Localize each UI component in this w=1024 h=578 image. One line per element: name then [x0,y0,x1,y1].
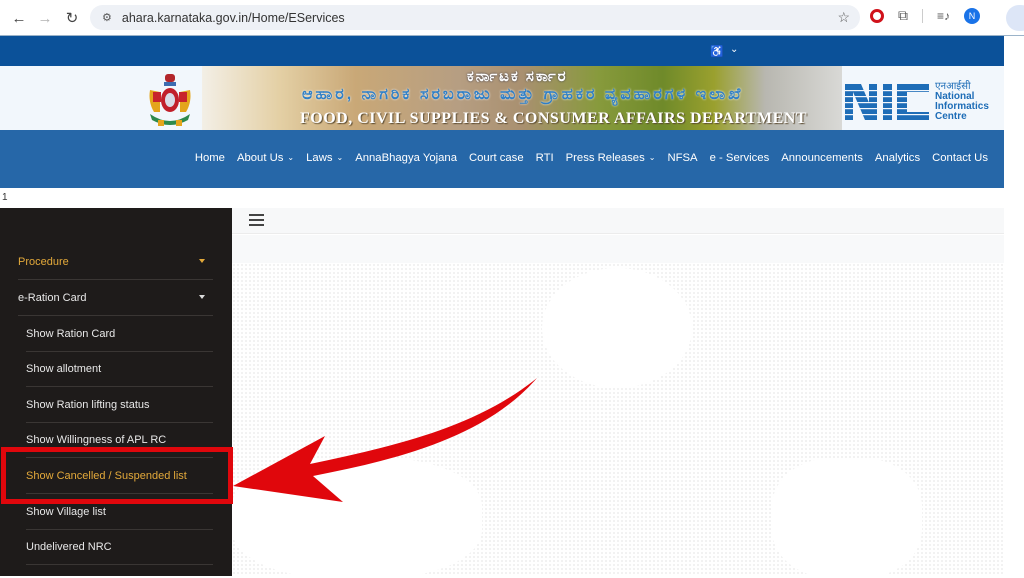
nav-item-label: About Us [236,152,284,164]
sidebar-item-label: Procedure [18,255,69,268]
reload-icon: ↻ [65,10,79,27]
opera-adblock-icon[interactable] [870,8,884,23]
arrow-left-icon: ← [11,9,27,27]
highlight-annotation-box [1,447,233,504]
nav-item-label: Press Releases [565,152,645,164]
sidebar-item-label: Show Willingness of APL RC [26,433,167,446]
sidebar-item-label: e-Ration Card [18,291,87,304]
sidebar-item-show-ration-card[interactable]: Show Ration Card [26,316,213,352]
forward-button[interactable]: → [31,4,59,32]
chevron-down-icon[interactable]: ⌄ [730,44,738,55]
sidebar-item-label: Show Village list [26,505,106,518]
chevron-down-icon: ⌄ [648,153,656,162]
annotation-arrow-icon [233,378,537,502]
sidebar-item-show-allotment[interactable]: Show allotment [26,351,213,387]
top-strip: ♿ ⌄ [0,36,1004,66]
nav-item-court-case[interactable]: Court case [463,152,530,164]
star-icon[interactable]: ☆ [837,9,850,26]
banner-kannada-title: ಕರ್ನಾಟಕ ಸರ್ಕಾರ [467,68,568,85]
nav-item-annabhagya-yojana[interactable]: AnnaBhagya Yojana [349,152,463,164]
nav-item-analytics[interactable]: Analytics [869,152,926,164]
nav-item-label: Announcements [781,152,863,164]
nav-item-label: AnnaBhagya Yojana [355,152,457,164]
content-subbar [232,235,1004,263]
browser-toolbar: ← → ↻ ⚙ ahara.karnataka.gov.in/Home/ESer… [0,0,1024,36]
side-panel-button[interactable] [1006,5,1024,31]
nav-item-about-us[interactable]: About Us ⌄ [231,152,300,164]
caret-down-icon [199,295,205,299]
arrow-right-icon: → [37,9,53,27]
content-toolbar [232,208,1004,234]
nav-item-label: NFSA [667,152,698,164]
nav-item-home[interactable]: Home [189,152,231,164]
tune-icon[interactable]: ⚙ [102,11,112,24]
nav-item-label: Contact Us [932,152,988,164]
karnataka-emblem-logo[interactable] [144,72,196,128]
nic-logo[interactable] [845,82,931,122]
profile-avatar[interactable]: N [964,7,981,24]
main-navigation: Home About Us ⌄ Laws ⌄ AnnaBhagya Yojana Court… [0,130,1004,188]
nav-item-label: Laws [306,152,333,164]
nav-item-laws[interactable]: Laws ⌄ [300,152,349,164]
nav-item-rti[interactable]: RTI [530,152,560,164]
nic-wordmark: एनआईसी National Informatics Centre [935,82,989,122]
hamburger-menu-icon[interactable] [249,214,264,226]
banner-kannada-department: ಆಹಾರ, ನಾಗರಿಕ ಸರಬರಾಜು ಮತ್ತು ಗ್ರಾಹಕರ ವ್ಯವಹ… [302,86,744,103]
nav-item-label: Court case [468,152,524,164]
url-text[interactable]: ahara.karnataka.gov.in/Home/EServices [122,11,345,25]
banner-english-department: FOOD, CIVIL SUPPLIES & CONSUMER AFFAIRS … [300,110,807,127]
page-index-text: 1 [2,192,8,203]
nav-item-contact-us[interactable]: Contact Us [926,152,994,164]
sidebar-item-show-ration-lifting-status[interactable]: Show Ration lifting status [26,387,213,423]
map-gap [772,458,922,578]
nav-item-nfsa[interactable]: NFSA [661,152,703,164]
back-button[interactable]: ← [5,4,33,32]
nav-item-label: Analytics [874,152,921,164]
nav-item-label: e - Services [709,152,770,164]
header-banner: ಕರ್ನಾಟಕ ಸರ್ಕಾರ ಆಹಾರ, ನಾಗರಿಕ ಸರಬರಾಜು ಮತ್ತ… [0,66,1004,130]
sidebar-item-procedure[interactable]: Procedure [18,244,213,280]
nav-item-label: RTI [535,152,554,164]
nav-item-press-releases[interactable]: Press Releases ⌄ [560,152,662,164]
sidebar-menu: Procedure e-Ration Card Show Ration Card Sh… [0,208,232,576]
sidebar-item-label: Show allotment [26,362,102,375]
reload-button[interactable]: ↻ [58,4,86,32]
media-control-icon[interactable]: ≡♪ [937,9,950,23]
caret-down-icon [199,259,205,263]
sidebar-item-undelivered-nrc[interactable]: Undelivered NRC [26,529,213,565]
nav-item-label: Home [194,152,225,164]
chevron-down-icon: ⌄ [336,153,344,162]
accessibility-icon[interactable]: ♿ [710,45,724,58]
nav-item-e-services[interactable]: e - Services [704,152,776,164]
sidebar-item-label: Show Ration lifting status [26,398,150,411]
extensions-area: ⧉ ≡♪ N [870,7,981,24]
address-bar[interactable]: ⚙ ahara.karnataka.gov.in/Home/EServices … [90,5,860,30]
map-gap [542,268,692,388]
chevron-down-icon: ⌄ [287,153,295,162]
nav-item-announcements[interactable]: Announcements [775,152,869,164]
nic-line3: Centre [935,111,967,122]
banner-image: ಕರ್ನಾಟಕ ಸರ್ಕಾರ ಆಹಾರ, ನಾಗರಿಕ ಸರಬರಾಜು ಮತ್ತ… [202,66,842,130]
sidebar-item-label: Undelivered NRC [26,540,112,553]
toolbar-separator [922,8,923,23]
sidebar-item-label: Show Ration Card [26,327,116,340]
sidebar-item-e-ration-card[interactable]: e-Ration Card [18,280,213,316]
puzzle-icon[interactable]: ⧉ [898,7,908,24]
